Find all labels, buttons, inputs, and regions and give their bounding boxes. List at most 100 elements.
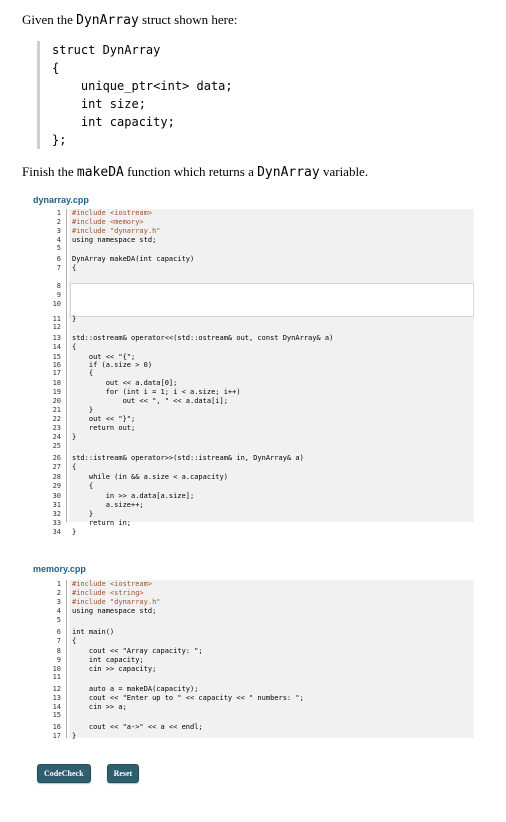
code-text: } xyxy=(72,433,77,441)
line-number: 28 xyxy=(52,473,61,481)
line-number: 1 xyxy=(56,209,61,217)
code-text: while (in && a.size < a.capacity) xyxy=(72,473,228,481)
line-number: 32 xyxy=(52,510,61,518)
line-number: 27 xyxy=(52,463,61,471)
struct-line: }; xyxy=(52,133,67,147)
line-number: 2 xyxy=(56,218,61,226)
finish-type-code: DynArray xyxy=(257,165,320,180)
code-text: #include <string> xyxy=(72,589,144,597)
code-text: #include <iostream> xyxy=(72,209,153,217)
finish-text-middle: function which returns a xyxy=(123,164,258,179)
code-text: { xyxy=(72,637,77,645)
code-text: out << "}"; xyxy=(72,415,136,423)
line-number: 10 xyxy=(52,300,61,308)
code-text: out << ", " << a.data[i]; xyxy=(72,397,228,405)
line-number: 13 xyxy=(52,334,61,342)
code-text: } xyxy=(72,732,77,740)
code-text: { xyxy=(72,264,77,272)
intro-text-before: Given the xyxy=(22,12,77,27)
line-number: 26 xyxy=(52,454,61,462)
code-editor-memory: 1 #include <iostream> 2 #include <string> 3 #… xyxy=(32,580,474,740)
gutter-divider xyxy=(66,580,67,738)
code-text: cout << "a->" << a << endl; xyxy=(72,723,203,731)
code-text: auto a = makeDA(capacity); xyxy=(72,685,199,693)
finish-paragraph: Finish the makeDA function which returns… xyxy=(22,164,368,180)
button-row: CodeCheck Reset xyxy=(37,763,155,783)
code-text: out << a.data[0]; xyxy=(72,379,178,387)
line-number: 11 xyxy=(52,673,61,681)
code-text: in >> a.data[a.size]; xyxy=(72,492,195,500)
line-number: 24 xyxy=(52,433,61,441)
line-number: 17 xyxy=(52,369,61,377)
code-text: for (int i = 1; i < a.size; i++) xyxy=(72,388,241,396)
line-number: 33 xyxy=(52,519,61,527)
struct-line: unique_ptr<int> data; xyxy=(52,79,233,93)
codecheck-button[interactable]: CodeCheck xyxy=(37,764,91,783)
file-label-memory: memory.cpp xyxy=(33,564,86,574)
code-text: #include "dynarray.h" xyxy=(72,227,161,235)
line-number: 2 xyxy=(56,589,61,597)
makeDA-body-input[interactable] xyxy=(70,283,474,317)
struct-code-block: struct DynArray { unique_ptr<int> data; … xyxy=(37,41,492,149)
line-number: 3 xyxy=(56,227,61,235)
line-number: 18 xyxy=(52,379,61,387)
code-text: std::ostream& operator<<(std::ostream& o… xyxy=(72,334,334,342)
code-text: return out; xyxy=(72,424,136,432)
line-number: 6 xyxy=(56,628,61,636)
code-text: int main() xyxy=(72,628,115,636)
line-number: 14 xyxy=(52,343,61,351)
line-number: 8 xyxy=(56,647,61,655)
code-text: { xyxy=(72,482,94,490)
code-text: cout << "Enter up to " << capacity << " … xyxy=(72,694,304,702)
line-number: 7 xyxy=(56,264,61,272)
code-text: #include "dynarray.h" xyxy=(72,598,161,606)
line-number: 9 xyxy=(56,656,61,664)
line-number: 29 xyxy=(52,482,61,490)
line-number: 12 xyxy=(52,685,61,693)
struct-line: int size; xyxy=(52,97,146,111)
code-text: cout << "Array capacity: "; xyxy=(72,647,203,655)
line-number: 25 xyxy=(52,442,61,450)
reset-button[interactable]: Reset xyxy=(106,764,140,783)
code-text: std::istream& operator>>(std::istream& i… xyxy=(72,454,304,462)
code-text: using namespace std; xyxy=(72,607,157,615)
code-text: #include <iostream> xyxy=(72,580,153,588)
code-text: { xyxy=(72,463,77,471)
code-text: using namespace std; xyxy=(72,236,157,244)
code-text: DynArray makeDA(int capacity) xyxy=(72,255,195,263)
line-number: 19 xyxy=(52,388,61,396)
code-text: { xyxy=(72,343,77,351)
file-label-dynarray: dynarray.cpp xyxy=(33,195,89,205)
line-number: 4 xyxy=(56,607,61,615)
code-text: cin >> a; xyxy=(72,703,127,711)
code-editor-dynarray: 1 #include <iostream> 2 #include <memory> 3 #… xyxy=(32,209,474,536)
intro-paragraph: Given the DynArray struct shown here: xyxy=(22,12,237,28)
line-number: 3 xyxy=(56,598,61,606)
code-text: a.size++; xyxy=(72,501,144,509)
finish-text-after: variable. xyxy=(319,164,369,179)
code-text: #include <memory> xyxy=(72,218,144,226)
intro-text-after: struct shown here: xyxy=(138,12,238,27)
line-number: 17 xyxy=(52,732,61,740)
code-text: cin >> capacity; xyxy=(72,665,157,673)
line-number: 30 xyxy=(52,492,61,500)
line-number: 6 xyxy=(56,255,61,263)
code-text: return in; xyxy=(72,519,132,527)
finish-func-code: makeDA xyxy=(76,165,124,180)
code-text: { xyxy=(72,369,94,377)
line-number: 16 xyxy=(52,723,61,731)
line-number: 31 xyxy=(52,501,61,509)
line-number: 12 xyxy=(52,323,61,331)
code-text: } xyxy=(72,406,94,414)
struct-line: { xyxy=(52,61,60,75)
finish-text-before: Finish the xyxy=(22,164,77,179)
code-text: } xyxy=(72,315,77,323)
line-number: 5 xyxy=(56,244,61,252)
code-text: } xyxy=(72,528,77,536)
code-text: } xyxy=(72,510,94,518)
intro-code: DynArray xyxy=(76,13,139,28)
line-number: 22 xyxy=(52,415,61,423)
line-number: 9 xyxy=(56,291,61,299)
struct-line: int capacity; xyxy=(52,115,175,129)
line-number: 7 xyxy=(56,637,61,645)
